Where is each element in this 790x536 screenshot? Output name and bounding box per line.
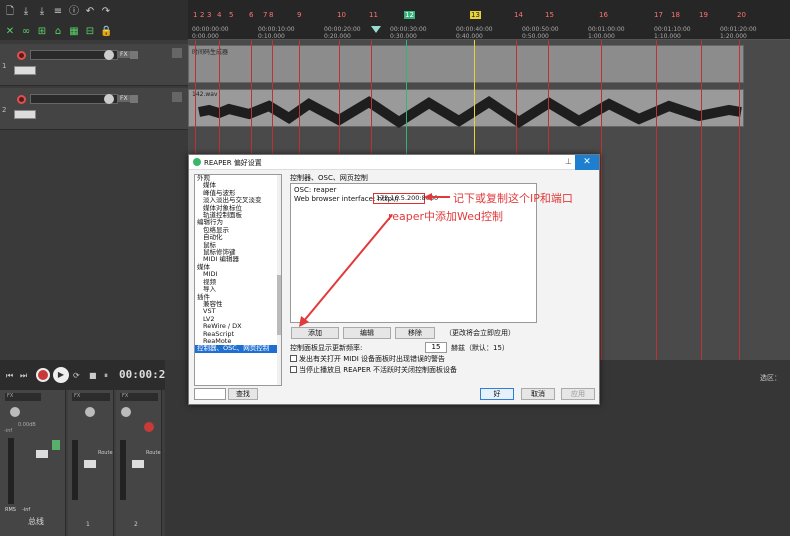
annotation-copy-ip: 记下或复制这个IP和端口 xyxy=(453,192,573,205)
annotation-add-web: reaper中添加Wed控制 xyxy=(388,210,504,223)
arrow-to-add xyxy=(302,214,393,323)
annotation-arrows xyxy=(299,193,450,327)
arrow-head-ip xyxy=(424,193,432,201)
